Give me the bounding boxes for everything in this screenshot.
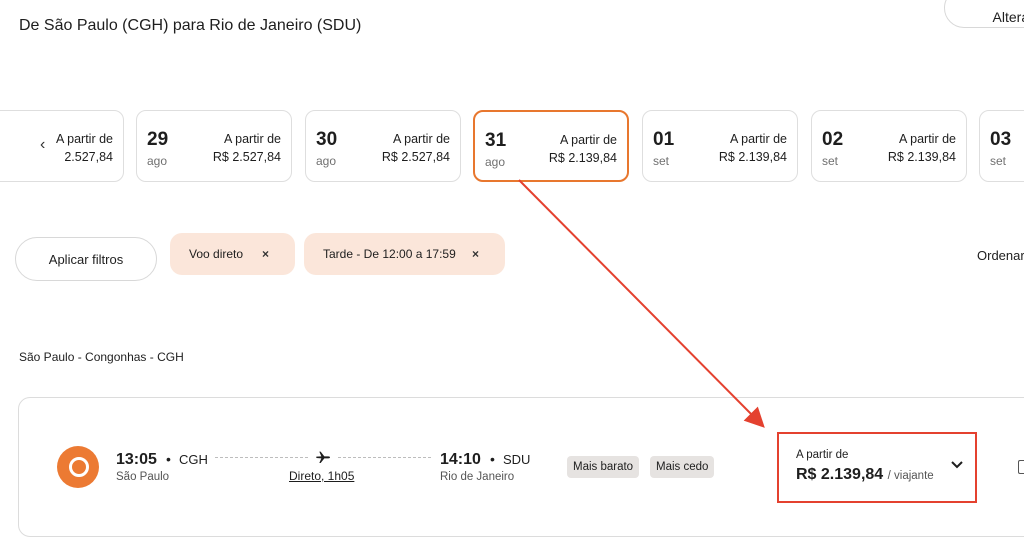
date-month: ago [316,154,337,168]
separator-dot: • [490,451,495,467]
close-icon[interactable]: × [262,247,269,261]
date-month: ago [147,154,168,168]
date-price: R$ 2.527,84 [381,150,450,164]
date-price: 2.527,84 [64,150,113,164]
date-day: 30 [316,129,338,150]
arrival-city: Rio de Janeiro [440,471,515,483]
date-price: R$ 2.139,84 [548,151,617,165]
date-card-01[interactable]: 01 set A partir de R$ 2.139,84 [642,110,798,182]
date-price: R$ 2.527,84 [212,150,281,164]
departure-time: 13:05 [116,451,157,468]
route-line [338,457,431,458]
sort-dropdown[interactable]: Ordenar [977,248,1024,263]
departure-city: São Paulo [116,471,170,483]
date-card-29[interactable]: 29 ago A partir de R$ 2.527,84 [136,110,292,182]
date-card-03[interactable]: 03 set [979,110,1024,182]
separator-dot: • [166,451,171,467]
date-day: 29 [147,129,169,150]
bag-icon[interactable] [1018,460,1024,474]
date-card-31-selected[interactable]: 31 ago A partir de R$ 2.139,84 [473,110,629,182]
price-value: R$ 2.139,84 [796,466,884,483]
apply-filters-button[interactable]: Aplicar filtros [15,237,157,281]
date-month: ago [485,155,506,169]
date-month: set [653,154,670,168]
date-month: set [990,154,1007,168]
date-from-label: A partir de [56,132,113,146]
badge-cheapest: Mais barato [567,456,640,478]
date-card-02[interactable]: 02 set A partir de R$ 2.139,84 [811,110,967,182]
price-highlight[interactable]: A partir de R$ 2.139,84 / viajante [777,432,977,503]
date-strip: ‹ A partir de 2.527,84 29 ago A partir d… [0,108,1024,184]
date-day: 31 [485,130,507,151]
chip-label: Voo direto [189,247,244,261]
chevron-left-icon[interactable]: ‹ [40,136,45,154]
route-line [215,457,308,458]
date-card-30[interactable]: 30 ago A partir de R$ 2.527,84 [305,110,461,182]
departure-code: CGH [179,452,208,467]
date-day: 02 [822,129,844,150]
route-title: De São Paulo (CGH) para Rio de Janeiro (… [19,17,362,34]
close-icon[interactable]: × [472,247,479,261]
date-price: R$ 2.139,84 [718,150,787,164]
arrival-code: SDU [503,452,531,467]
airplane-icon [316,451,330,463]
filter-chip-direct[interactable]: Voo direto × [170,233,295,275]
date-from-label: A partir de [730,132,787,146]
origin-airport-label: São Paulo - Congonhas - CGH [19,350,184,364]
date-from-label: A partir de [224,132,281,146]
date-day: 01 [653,129,675,150]
arrival-time: 14:10 [440,451,481,468]
price-from-label: A partir de [796,449,849,461]
chevron-down-icon[interactable] [950,460,964,470]
per-traveler-label: / viajante [887,470,934,482]
date-from-label: A partir de [899,132,956,146]
duration-link[interactable]: Direto, 1h05 [289,469,354,483]
date-card-partial[interactable]: A partir de 2.527,84 [0,110,124,182]
chip-label: Tarde - De 12:00 a 17:59 [323,247,456,261]
date-price: R$ 2.139,84 [887,150,956,164]
change-search-button[interactable]: Alterar b [944,0,1024,28]
date-from-label: A partir de [393,132,450,146]
badge-earliest: Mais cedo [650,456,715,478]
filter-chip-afternoon[interactable]: Tarde - De 12:00 a 17:59 × [304,233,505,275]
date-from-label: A partir de [560,133,617,147]
date-month: set [822,154,839,168]
price-amount: R$ 2.139,84 / viajante [796,466,934,484]
airline-logo-icon [57,446,99,488]
date-day: 03 [990,129,1012,150]
